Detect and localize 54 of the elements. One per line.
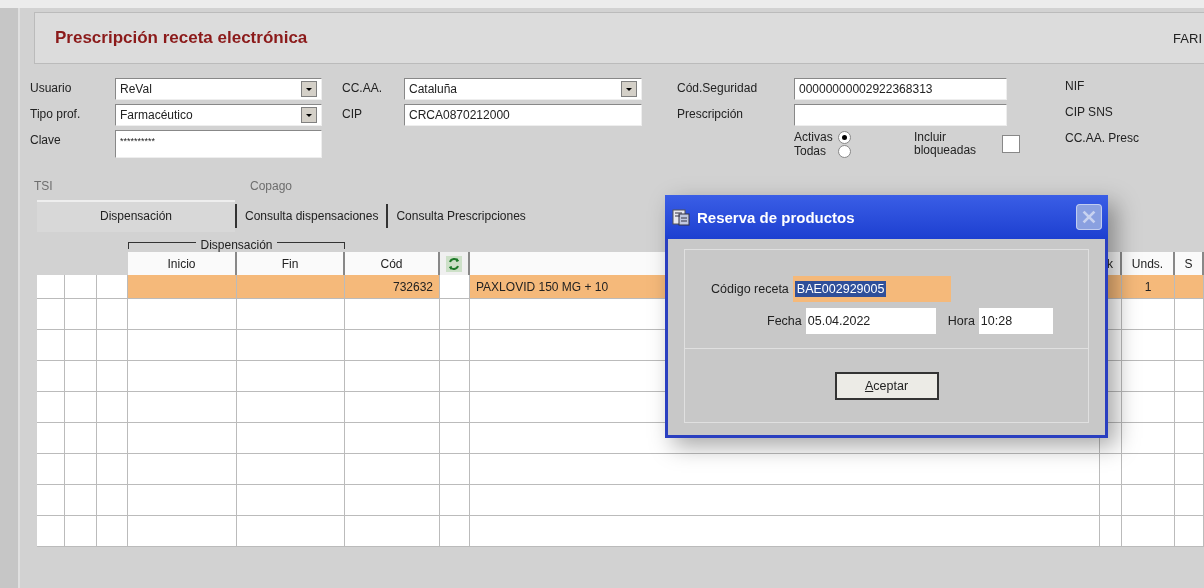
checkbox-label: Incluir bloqueadas — [914, 131, 978, 157]
accept-button[interactable]: Aceptar — [834, 371, 939, 400]
tab[interactable]: Consulta Prescripciones — [386, 204, 534, 228]
input-field[interactable] — [794, 104, 1007, 126]
field-label: CC.AA. — [342, 80, 383, 97]
password-field[interactable]: ********** — [115, 130, 322, 158]
field-label: Clave — [30, 132, 62, 149]
bracket-line — [128, 241, 197, 249]
window-title: Prescripción receta electrónica — [55, 28, 308, 48]
dialog-title: Reserva de productos — [697, 208, 856, 226]
bracket-line — [276, 241, 345, 249]
input-field[interactable]: BAE002929005 — [792, 276, 951, 302]
disabled-label: TSI — [34, 179, 54, 193]
app-icon — [671, 207, 691, 227]
table-cell — [37, 516, 65, 547]
dropdown-field[interactable]: Cataluña — [404, 78, 642, 100]
field-label: Prescripción — [677, 106, 745, 123]
radio-button[interactable] — [838, 144, 851, 158]
field-label: Tipo prof. — [30, 106, 82, 123]
tab[interactable]: Dispensación — [37, 200, 235, 232]
table-cell — [440, 516, 470, 547]
disabled-label: Copago — [250, 179, 293, 193]
field-label: Código receta — [711, 282, 789, 296]
table-cell — [65, 516, 97, 547]
column-header[interactable]: S — [1175, 252, 1204, 275]
input-field[interactable]: 05.04.2022 — [805, 308, 936, 334]
input-field[interactable]: 10:28 — [978, 308, 1053, 334]
field-label: CIP — [342, 106, 363, 123]
table-cell — [97, 516, 128, 547]
field-label: Hora — [947, 314, 975, 328]
info-label: CC.AA. Presc — [1065, 130, 1139, 146]
field-label: Usuario — [30, 80, 73, 97]
header-label: FARI — [1173, 30, 1203, 46]
field-label: Fecha — [767, 314, 802, 328]
info-label: CIP SNS — [1065, 104, 1114, 120]
tab[interactable]: Consulta dispensaciones — [235, 204, 387, 228]
table-cell — [1175, 516, 1204, 547]
column-group-header: Dispensación — [200, 238, 273, 252]
field-label: Cód.Seguridad — [677, 80, 759, 97]
table-cell — [1100, 516, 1122, 547]
input-field[interactable]: CRCA0870212000 — [404, 104, 642, 126]
radio-button[interactable] — [838, 130, 851, 144]
radio-label: Todas — [794, 144, 828, 158]
checkbox[interactable] — [1002, 135, 1020, 153]
refresh-icon[interactable] — [446, 255, 462, 272]
column-header[interactable]: Cód — [345, 252, 440, 275]
input-field[interactable]: 00000000002922368313 — [794, 78, 1007, 100]
column-header[interactable]: Fin — [237, 252, 345, 275]
info-label: NIF — [1065, 78, 1086, 94]
column-header[interactable]: Unds. — [1122, 252, 1175, 275]
column-header[interactable]: Inicio — [128, 252, 237, 275]
table-cell — [1122, 516, 1175, 547]
dropdown-field[interactable]: ReVal — [115, 78, 322, 100]
dropdown-field[interactable]: Farmacéutico — [115, 104, 322, 126]
